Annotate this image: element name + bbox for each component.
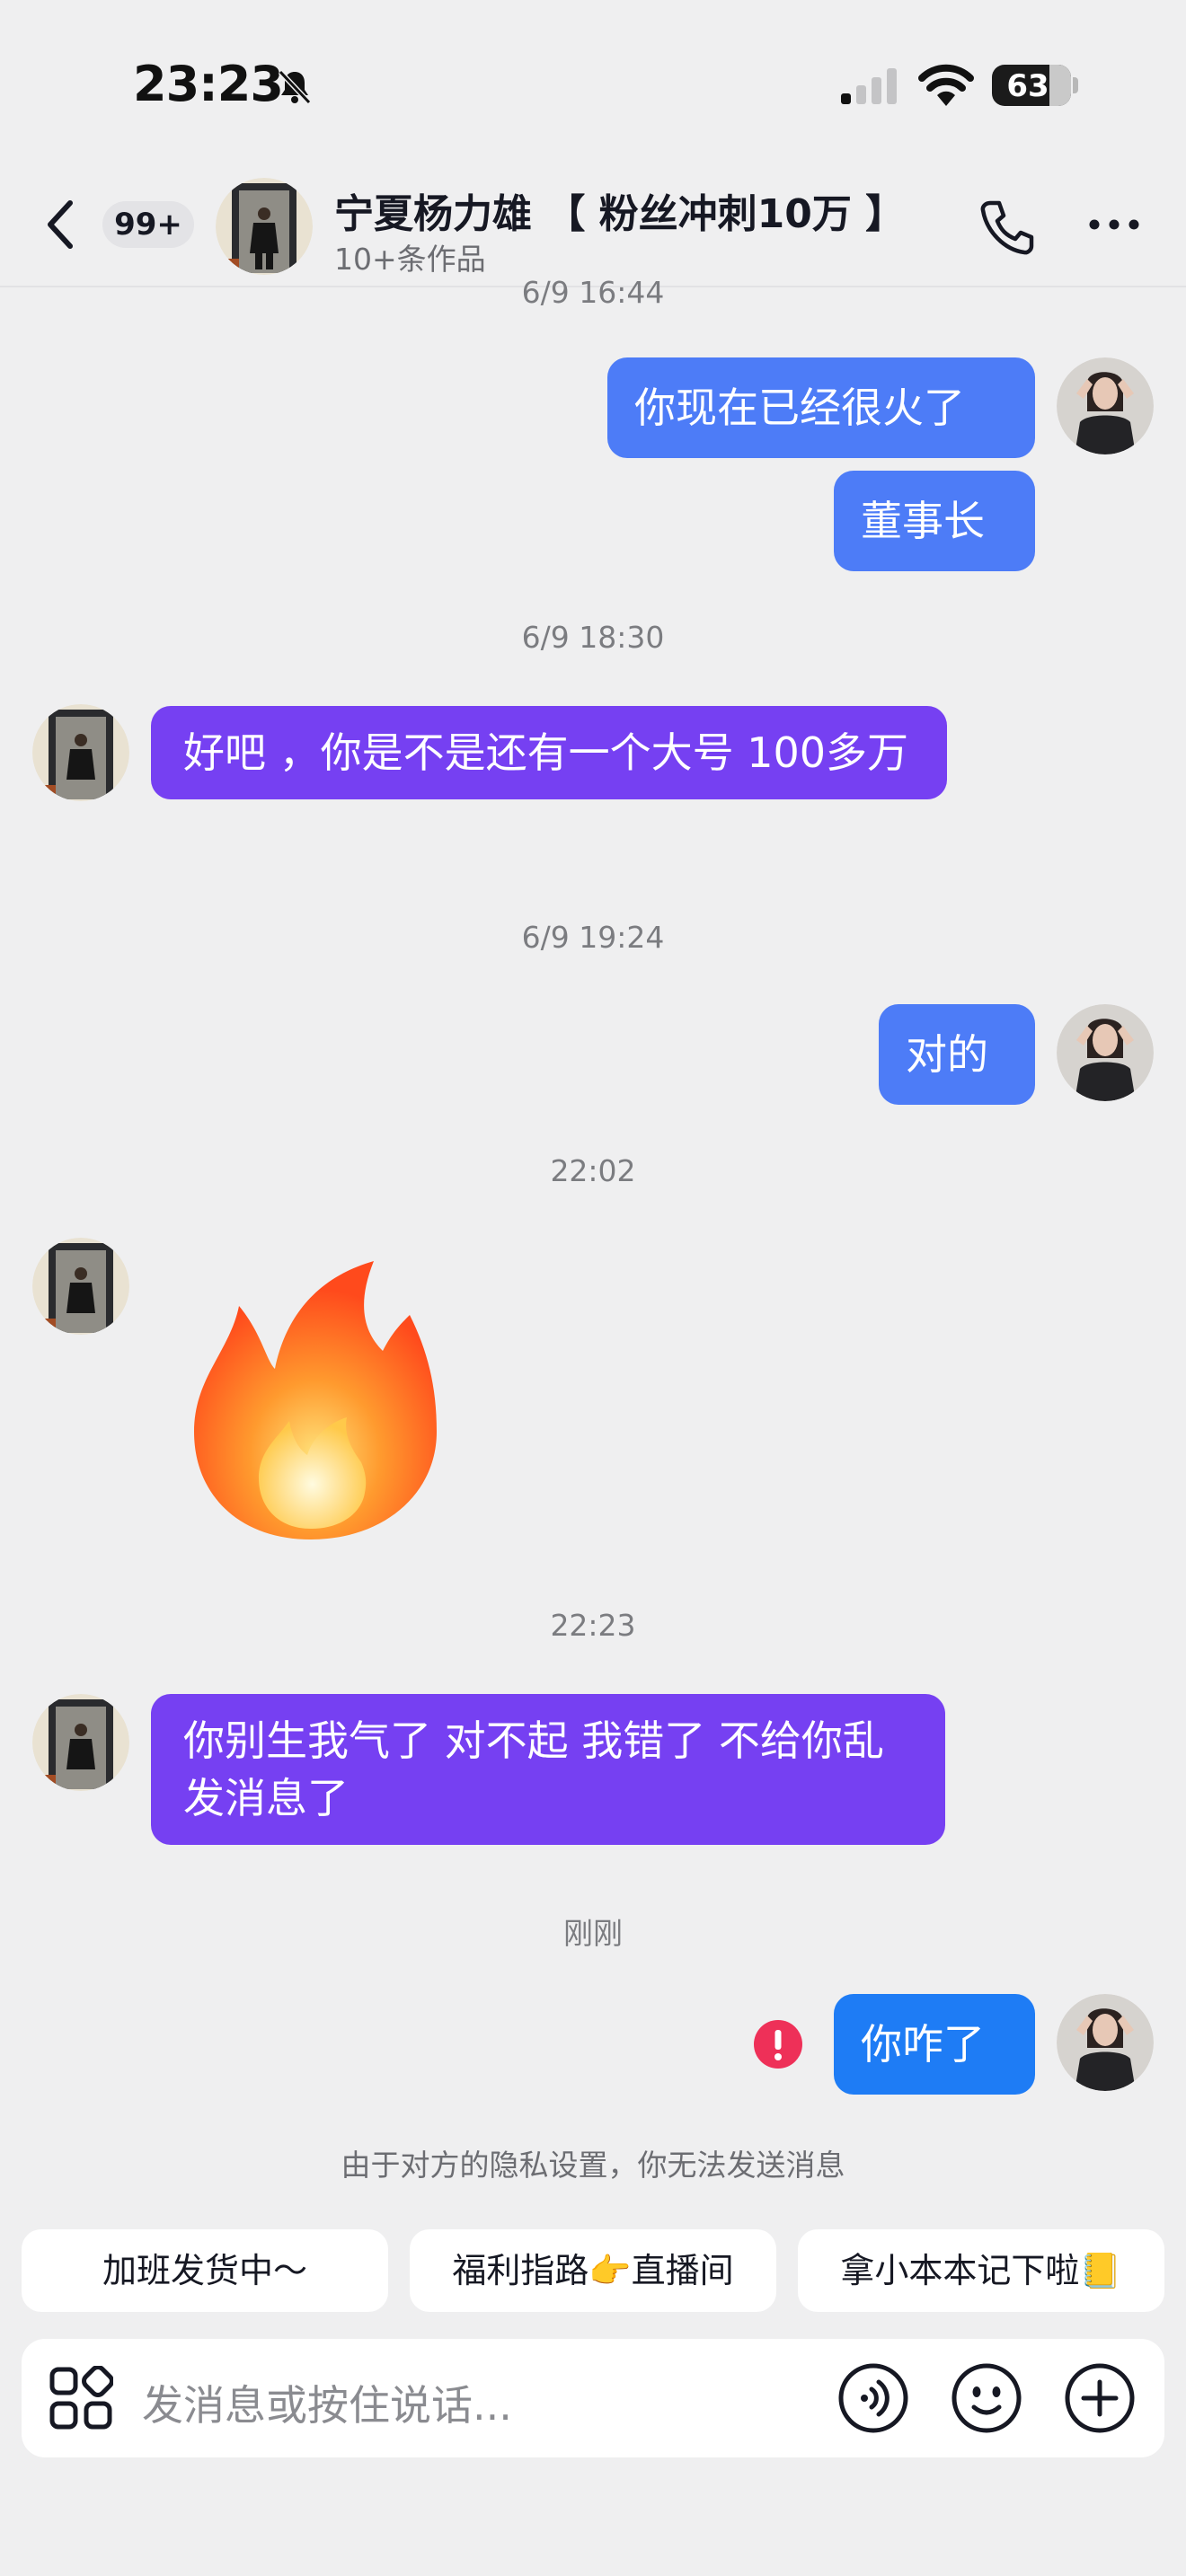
back-chevron-icon[interactable] [41, 196, 81, 253]
battery-indicator: 63 [992, 65, 1071, 106]
send-failed-icon[interactable] [753, 2019, 803, 2069]
my-avatar[interactable] [1057, 1004, 1154, 1101]
my-avatar[interactable] [1057, 357, 1154, 454]
more-options-icon[interactable] [1087, 216, 1141, 234]
privacy-restriction-note: 由于对方的隐私设置，你无法发送消息 [341, 2148, 845, 2183]
my-message-bubble-failed[interactable]: 你咋了 [834, 1994, 1035, 2095]
apps-grid-icon[interactable] [49, 2366, 113, 2430]
contact-avatar[interactable] [216, 178, 313, 275]
quick-reply-chip[interactable]: 拿小本本记下啦📒 [798, 2229, 1164, 2312]
bell-muted-icon [278, 69, 312, 105]
their-message-bubble[interactable]: 好吧 ，你是不是还有一个大号 100多万 [151, 706, 947, 799]
contact-message-avatar[interactable] [32, 1238, 129, 1335]
unread-count-badge[interactable]: 99+ [102, 201, 194, 248]
quick-reply-chip[interactable]: 加班发货中～ [22, 2229, 388, 2312]
message-input[interactable]: 发消息或按住说话... [142, 2373, 512, 2432]
my-message-bubble[interactable]: 你现在已经很火了 [607, 357, 1035, 458]
contact-name[interactable]: 宁夏杨力雄 【 粉丝冲刺10万 】 [334, 181, 905, 239]
emoji-icon[interactable] [951, 2362, 1022, 2434]
contact-message-avatar[interactable] [32, 1694, 129, 1791]
timestamp: 刚刚 [563, 1916, 623, 1951]
my-message-bubble[interactable]: 对的 [879, 1004, 1035, 1105]
chat-header: 99+ 宁夏杨力雄 【 粉丝冲刺10万 】 10+条作品 [0, 162, 1186, 287]
phone-call-icon[interactable] [978, 198, 1037, 257]
battery-tip [1073, 77, 1078, 93]
status-time: 23:23 [133, 56, 284, 112]
wifi-icon [918, 64, 974, 106]
contact-message-avatar[interactable] [32, 704, 129, 801]
my-avatar[interactable] [1057, 1994, 1154, 2091]
their-message-bubble[interactable]: 你别生我气了 对不起 我错了 不给你乱发消息了 [151, 1694, 945, 1845]
timestamp: 6/9 18:30 [521, 620, 665, 655]
my-message-bubble[interactable]: 董事长 [834, 471, 1035, 571]
plus-icon[interactable] [1064, 2362, 1136, 2434]
voice-input-icon[interactable] [837, 2362, 909, 2434]
timestamp: 6/9 16:44 [521, 275, 665, 310]
message-input-bar[interactable]: 发消息或按住说话... [22, 2339, 1164, 2457]
contact-works-count: 10+条作品 [334, 242, 486, 277]
battery-level: 63 [1006, 68, 1049, 104]
timestamp: 6/9 19:24 [521, 920, 665, 955]
fire-sticker-icon[interactable] [176, 1252, 446, 1548]
quick-reply-chip[interactable]: 福利指路👉直播间 [410, 2229, 776, 2312]
timestamp: 22:23 [550, 1608, 636, 1643]
timestamp: 22:02 [550, 1153, 636, 1188]
cellular-signal-icon [841, 68, 897, 104]
